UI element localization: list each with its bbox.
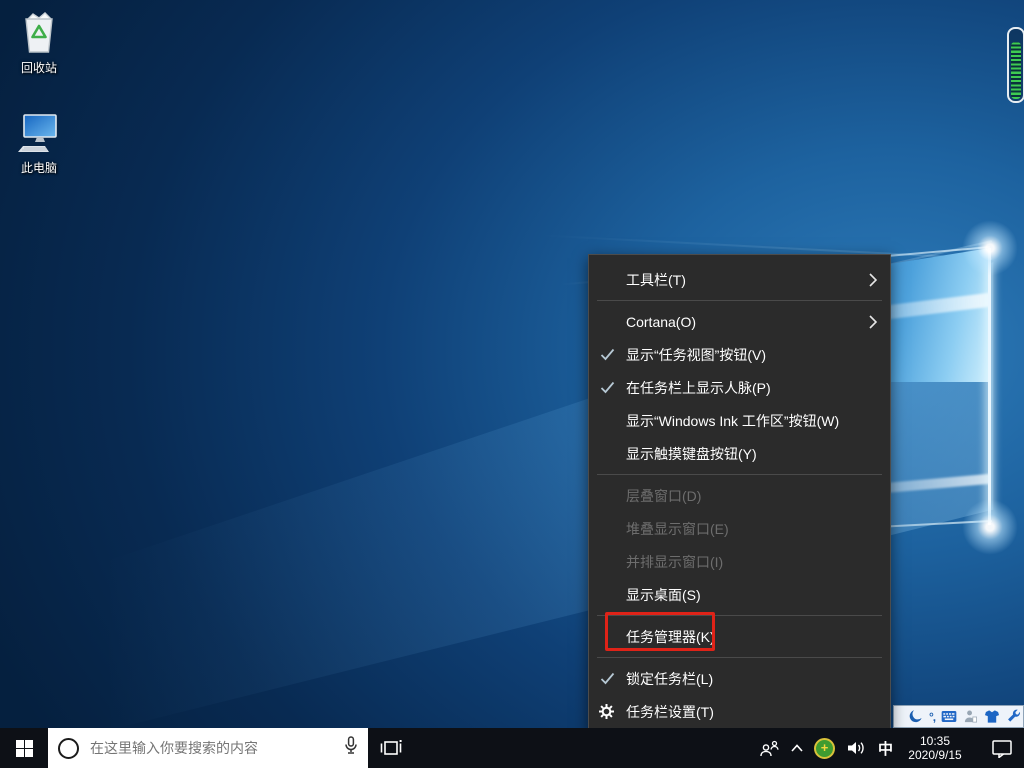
checkmark-icon [600,348,615,364]
menu-item-taskbar-settings[interactable]: 任务栏设置(T) [589,695,890,728]
task-view-button[interactable] [368,728,414,768]
desktop-icon-this-pc[interactable]: 此电脑 [1,108,77,176]
show-hidden-icons-chevron[interactable] [791,744,803,752]
menu-item-label: 显示“任务视图”按钮(V) [626,345,766,365]
search-input[interactable] [88,739,335,757]
menu-item-toolbars[interactable]: 工具栏(T) [589,263,890,296]
menu-item-label: 锁定任务栏(L) [626,669,713,689]
action-center-icon[interactable] [991,739,1014,758]
menu-separator [597,474,882,475]
wallpaper-glow-bottom [962,499,1018,555]
menu-separator [597,300,882,301]
people-icon[interactable] [759,740,780,757]
menu-item-label: 层叠窗口(D) [626,486,701,506]
chevron-right-icon [869,273,877,290]
gear-icon [598,703,615,723]
user-page-icon[interactable] [963,709,978,725]
antivirus-tray-icon[interactable]: + [814,738,835,759]
desktop-icon-recycle-bin[interactable]: 回收站 [1,8,77,76]
wrench-icon[interactable] [1006,709,1021,725]
menu-item-show-windows-ink[interactable]: 显示“Windows Ink 工作区”按钮(W) [589,404,890,437]
windows-logo-icon [16,740,33,757]
wallpaper-window-edge [988,248,991,525]
menu-item-show-people[interactable]: 在任务栏上显示人脉(P) [589,371,890,404]
punctuation-mode-icon[interactable]: °, [929,709,935,725]
menu-item-lock-taskbar[interactable]: 锁定任务栏(L) [589,662,890,695]
menu-item-label: 堆叠显示窗口(E) [626,519,729,539]
taskbar: + 中 10:35 2020/9/15 [0,728,1024,768]
menu-item-label: 并排显示窗口(I) [626,552,723,572]
menu-item-label: 任务管理器(K) [626,627,715,647]
checkmark-icon [600,672,615,688]
recycle-bin-icon [1,8,77,56]
taskbar-search-box[interactable] [48,728,368,768]
menu-item-cascade-windows: 层叠窗口(D) [589,479,890,512]
chevron-right-icon [869,315,877,332]
microphone-icon[interactable] [344,736,358,760]
clock-time: 10:35 [904,734,966,748]
menu-item-side-by-side-windows: 并排显示窗口(I) [589,545,890,578]
desktop-icon-label: 回收站 [1,59,77,76]
desktop-icon-label: 此电脑 [1,159,77,176]
cortana-circle-icon [58,738,79,759]
menu-item-cortana[interactable]: Cortana(O) [589,305,890,338]
menu-item-label: 任务栏设置(T) [626,702,714,722]
ime-language-indicator[interactable]: 中 [878,738,893,759]
checkmark-icon [600,381,615,397]
clock-date: 2020/9/15 [904,748,966,762]
skin-tshirt-icon[interactable] [984,709,1000,725]
system-tray: + 中 10:35 2020/9/15 [759,728,1024,768]
menu-item-label: 显示“Windows Ink 工作区”按钮(W) [626,411,839,431]
wallpaper-glow-top [962,220,1018,276]
menu-item-show-task-view-button[interactable]: 显示“任务视图”按钮(V) [589,338,890,371]
menu-item-task-manager[interactable]: 任务管理器(K) [589,620,890,653]
volume-icon[interactable] [846,740,867,756]
this-pc-icon [1,108,77,156]
menu-item-label: 显示桌面(S) [626,585,701,605]
menu-separator [597,657,882,658]
menu-item-show-desktop[interactable]: 显示桌面(S) [589,578,890,611]
soft-keyboard-icon[interactable] [941,709,957,725]
moon-icon[interactable] [908,709,923,725]
ime-toolbar: °, [893,705,1024,728]
start-button[interactable] [0,728,48,768]
menu-item-label: 在任务栏上显示人脉(P) [626,378,771,398]
task-view-icon [380,739,403,757]
menu-item-label: Cortana(O) [626,314,696,330]
menu-item-show-touch-keyboard[interactable]: 显示触摸键盘按钮(Y) [589,437,890,470]
level-meter-fill [1011,42,1021,99]
menu-separator [597,615,882,616]
level-meter-indicator [1007,27,1024,103]
taskbar-clock[interactable]: 10:35 2020/9/15 [904,734,966,762]
menu-item-stack-windows: 堆叠显示窗口(E) [589,512,890,545]
menu-item-label: 工具栏(T) [626,270,686,290]
taskbar-context-menu: 工具栏(T) Cortana(O) 显示“任务视图”按钮(V) 在任务栏上显示人… [588,254,891,733]
menu-item-label: 显示触摸键盘按钮(Y) [626,444,757,464]
